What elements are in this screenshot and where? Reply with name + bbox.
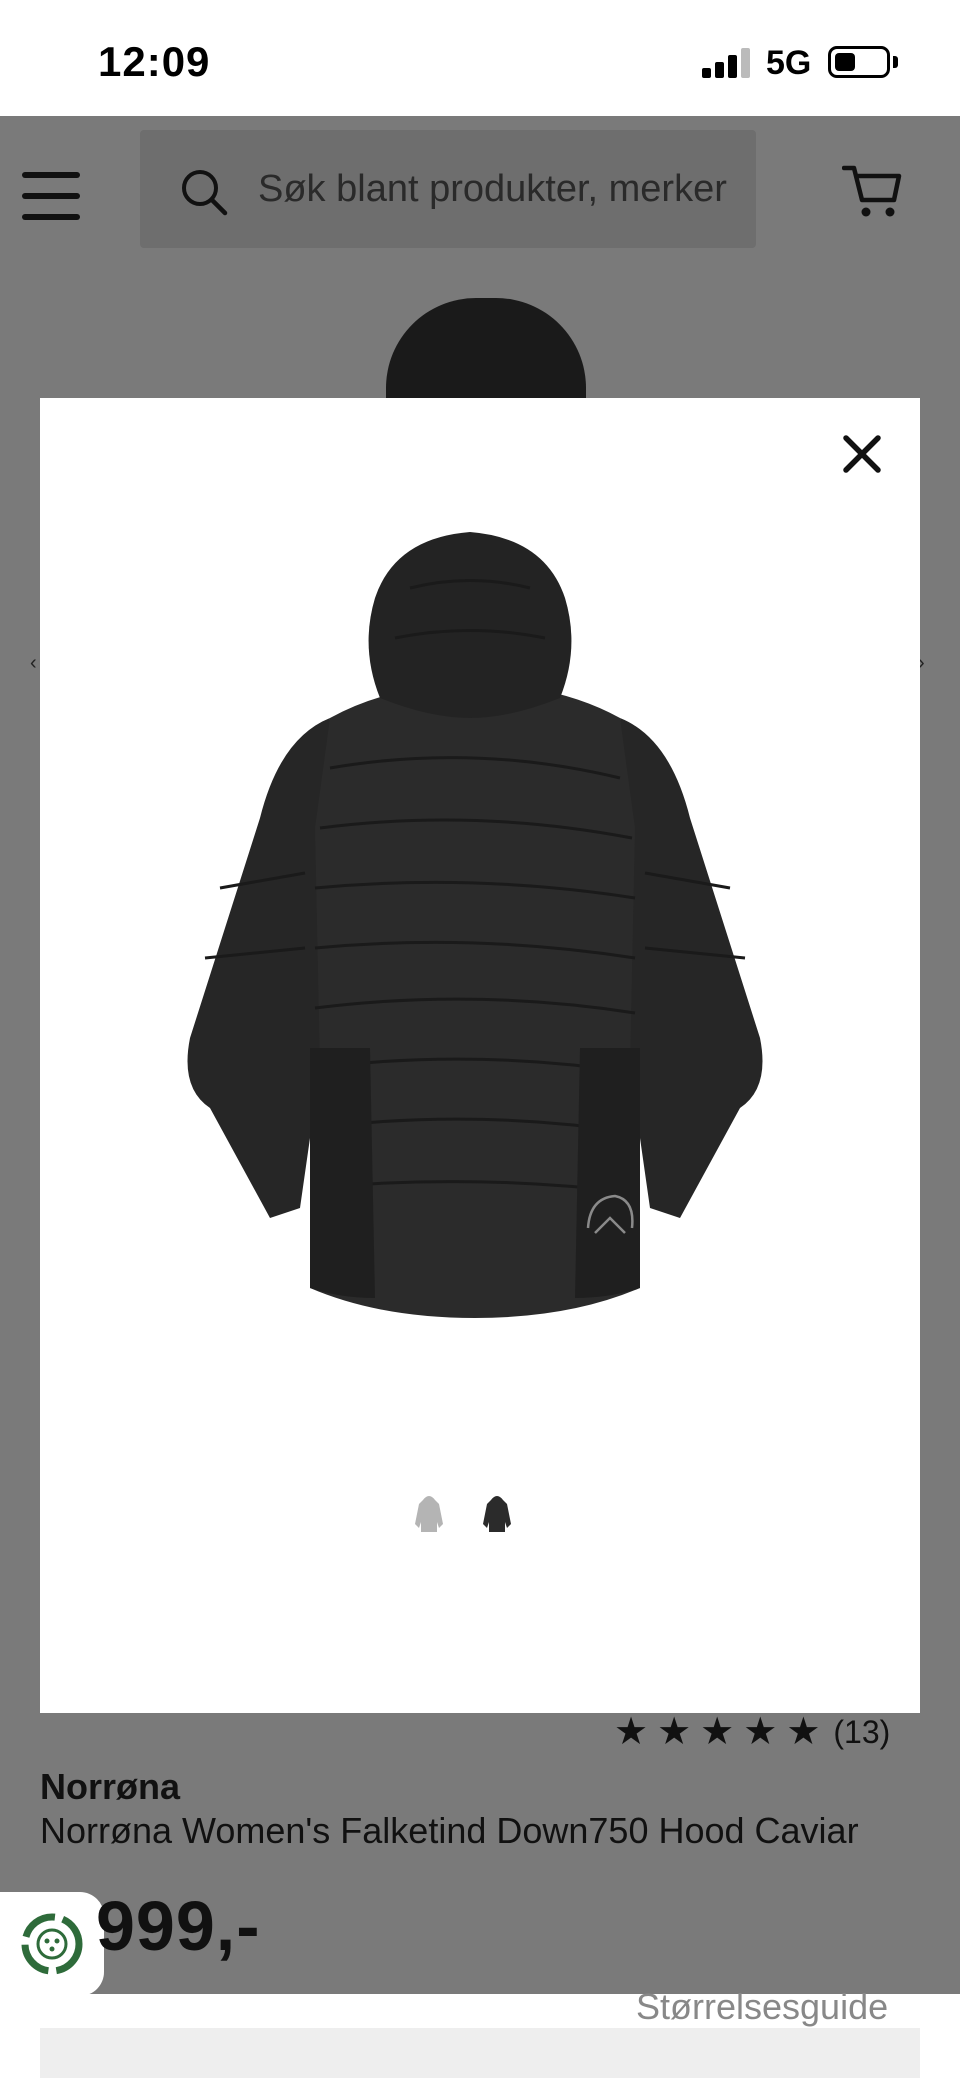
size-selector-card[interactable] xyxy=(40,2028,920,2078)
recycle-badge[interactable] xyxy=(0,1892,104,1996)
search-icon xyxy=(182,170,228,216)
rating-count: (13) xyxy=(833,1713,891,1750)
site-header xyxy=(0,116,960,266)
close-icon[interactable] xyxy=(836,428,888,480)
recycle-icon xyxy=(21,1913,83,1975)
star-icon: ★ xyxy=(786,1711,821,1753)
thumbnail-back[interactable] xyxy=(480,1492,514,1536)
battery-icon xyxy=(828,46,890,78)
size-guide-link[interactable]: Størrelsesguide xyxy=(636,1986,888,2028)
menu-icon[interactable] xyxy=(22,172,80,220)
carousel-prev-icon[interactable]: ‹ xyxy=(30,652,37,675)
star-icon: ★ xyxy=(743,1711,778,1753)
network-label: 5G xyxy=(766,44,812,82)
product-rating[interactable]: ★ ★ ★ ★ ★ (13) xyxy=(614,1712,890,1752)
star-icon: ★ xyxy=(700,1711,735,1753)
search-bar[interactable] xyxy=(140,130,756,248)
jacket-back-image xyxy=(187,532,763,1318)
product-price: 999,- xyxy=(96,1887,261,1965)
product-title: Norrøna Women's Falketind Down750 Hood C… xyxy=(40,1810,859,1851)
search-input[interactable] xyxy=(258,130,748,248)
image-viewer-modal xyxy=(40,398,920,1713)
status-time: 12:09 xyxy=(98,38,211,85)
star-icon: ★ xyxy=(657,1711,692,1753)
star-icon: ★ xyxy=(614,1711,649,1753)
product-brand[interactable]: Norrøna xyxy=(40,1766,180,1808)
thumbnail-front[interactable] xyxy=(412,1492,446,1536)
status-bar: 12:09 5G xyxy=(0,0,960,116)
thumbnail-strip xyxy=(412,1492,522,1536)
background-product-image xyxy=(386,298,586,398)
cart-icon[interactable] xyxy=(842,162,902,222)
signal-icon xyxy=(702,48,750,78)
battery-tip xyxy=(893,56,898,68)
